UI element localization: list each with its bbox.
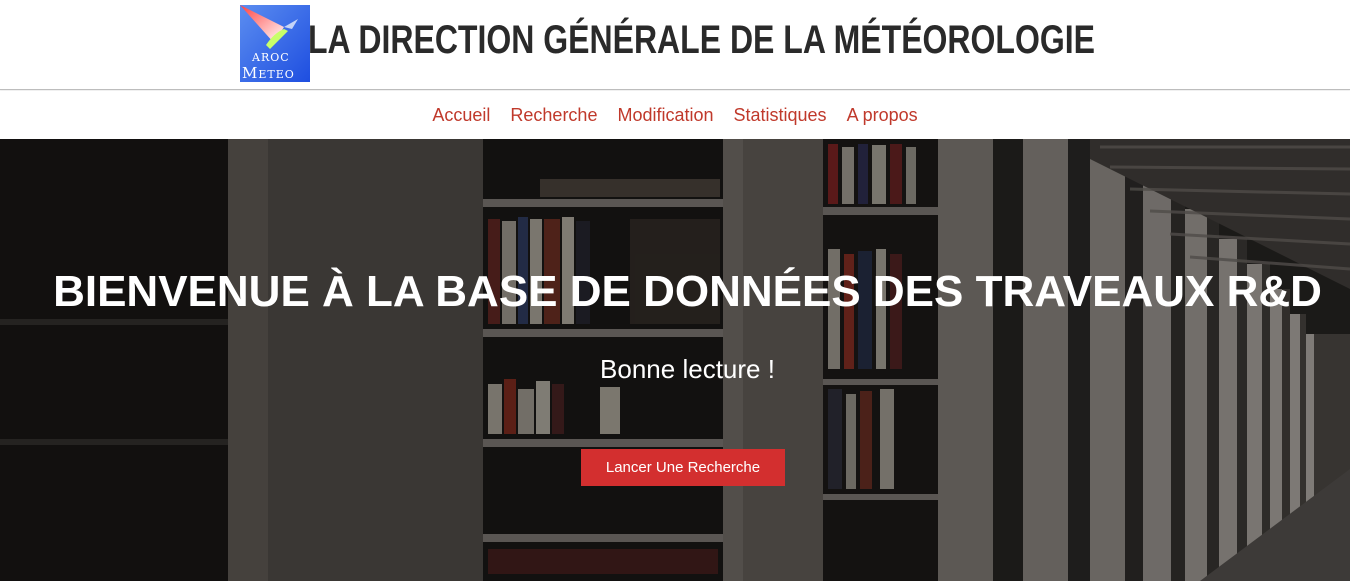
nav-link-accueil[interactable]: Accueil [422,105,500,126]
hero-section: BIENVENUE À LA BASE DE DONNÉES DES TRAVE… [0,139,1350,581]
hero-subtitle: Bonne lecture ! [600,354,775,384]
nav-link-a-propos[interactable]: A propos [837,105,928,126]
maroc-meteo-logo[interactable]: AROC METEO [240,5,310,82]
hero-title: BIENVENUE À LA BASE DE DONNÉES DES TRAVE… [53,267,1322,316]
logo-text-rest: ETEO [258,68,295,81]
logo-text-line1: AROC [252,51,290,64]
start-search-button[interactable]: Lancer Une Recherche [581,449,785,486]
logo-initial: M [242,64,259,82]
site-header: AROC METEO LA DIRECTION GÉNÉRALE DE LA M… [0,0,1350,90]
site-title: LA DIRECTION GÉNÉRALE DE LA MÉTÉOROLOGIE [308,18,1095,62]
logo-text-line2: METEO [242,66,295,81]
nav-link-modification[interactable]: Modification [607,105,723,126]
nav-link-statistiques[interactable]: Statistiques [724,105,837,126]
main-nav: Accueil Recherche Modification Statistiq… [0,91,1350,139]
nav-link-recherche[interactable]: Recherche [500,105,607,126]
